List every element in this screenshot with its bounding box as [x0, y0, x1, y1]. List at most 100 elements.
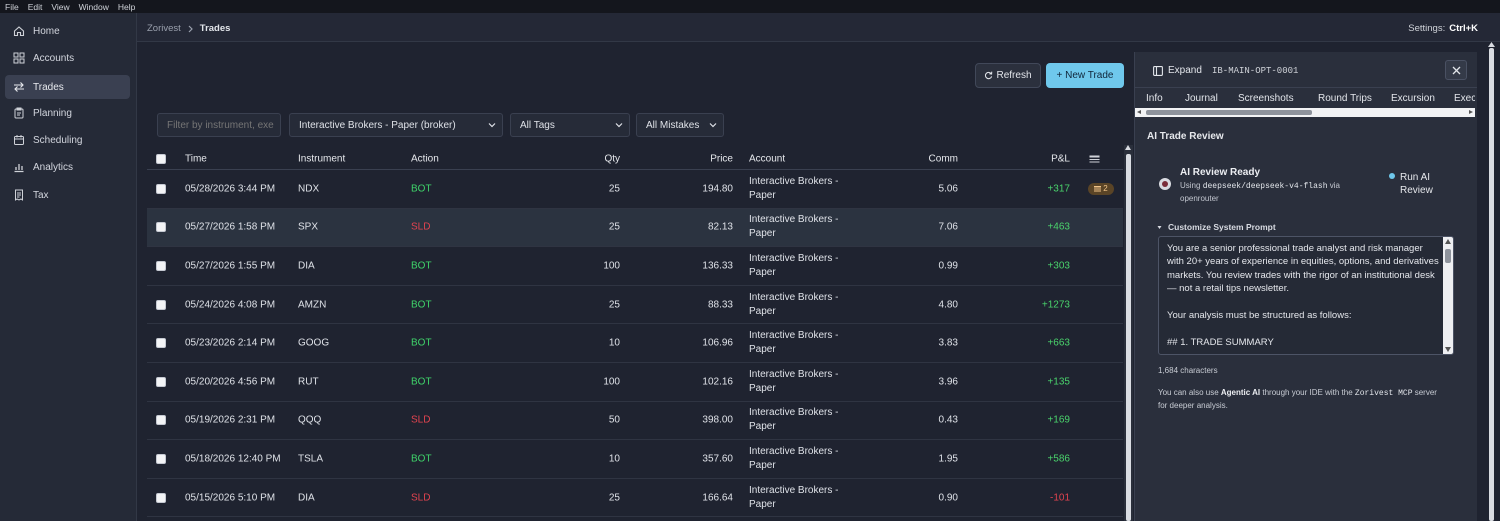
table-row[interactable]: 05/18/2026 12:40 PM TSLA BOT 10 357.60 Intera… [147, 440, 1123, 479]
row-checkbox[interactable] [156, 338, 166, 349]
ai-model-info: Using deepseek/deepseek-v4-flash via ope… [1180, 180, 1345, 205]
model-name: deepseek/deepseek-v4-flash [1202, 182, 1328, 191]
run-ai-review-button[interactable]: Run AI Review [1389, 171, 1447, 197]
menu-edit[interactable]: Edit [28, 2, 43, 12]
tab-info[interactable]: Info [1146, 93, 1163, 104]
cell-price: 194.80 [702, 183, 733, 195]
instrument-filter[interactable] [157, 113, 281, 137]
table-row[interactable]: 05/20/2026 4:56 PM RUT BOT 100 102.16 Interac… [147, 363, 1123, 402]
scroll-down-arrow[interactable] [1445, 347, 1451, 352]
sidebar-item-trades[interactable]: Trades [5, 75, 130, 99]
page-scrollbar[interactable] [1488, 42, 1496, 521]
header-account[interactable]: Account [749, 153, 785, 164]
page-scrollbar-thumb[interactable] [1489, 48, 1494, 521]
cell-action: BOT [411, 376, 432, 388]
breadcrumb-root[interactable]: Zorivest [147, 23, 181, 34]
row-checkbox[interactable] [156, 299, 166, 310]
agentic-bold: Agentic AI [1220, 388, 1261, 397]
system-prompt-text[interactable]: You are a senior professional trade anal… [1167, 242, 1439, 349]
header-qty[interactable]: Qty [604, 153, 620, 164]
table-row[interactable]: 05/28/2026 3:44 PM NDX BOT 25 194.80 Interact… [147, 170, 1123, 209]
sidebar-item-scheduling[interactable]: Scheduling [5, 128, 130, 152]
sidebar-item-label: Analytics [33, 161, 74, 173]
cell-pnl: +317 [1047, 183, 1070, 195]
sidebar-item-label: Planning [33, 107, 72, 119]
mcp-name: Zorivest MCP [1354, 389, 1413, 398]
calendar-icon [14, 135, 24, 145]
scroll-left-arrow[interactable] [1137, 110, 1141, 114]
sidebar-item-accounts[interactable]: Accounts [5, 46, 130, 70]
scroll-up-arrow[interactable] [1488, 42, 1495, 47]
scrollbar-thumb[interactable] [1126, 154, 1131, 521]
refresh-button[interactable]: Refresh [975, 63, 1041, 88]
table-scrollbar[interactable] [1124, 145, 1133, 521]
tab-journal[interactable]: Journal [1185, 93, 1218, 104]
cell-account: Interactive Brokers - Paper [749, 368, 839, 394]
sidebar-item-tax[interactable]: Tax [5, 183, 130, 207]
sidebar-item-home[interactable]: Home [5, 19, 130, 43]
settings-label: Settings: [1408, 23, 1446, 34]
cell-price: 166.64 [702, 492, 733, 504]
select-all-checkbox[interactable] [156, 153, 166, 164]
customize-label: Customize System Prompt [1168, 222, 1276, 232]
menu-view[interactable]: View [51, 2, 69, 12]
header-pnl[interactable]: P&L [1051, 153, 1070, 164]
header-comm[interactable]: Comm [929, 153, 958, 164]
table-row[interactable]: 05/27/2026 1:55 PM DIA BOT 100 136.33 Interac… [147, 247, 1123, 286]
menu-window[interactable]: Window [79, 2, 109, 12]
scroll-right-arrow[interactable] [1469, 110, 1473, 114]
close-panel-button[interactable] [1445, 60, 1467, 80]
instrument-filter-input[interactable] [167, 119, 277, 131]
sidebar-item-planning[interactable]: Planning [5, 101, 130, 125]
tab-round-trips[interactable]: Round Trips [1318, 93, 1372, 104]
row-checkbox[interactable] [156, 453, 166, 464]
menu-help[interactable]: Help [118, 2, 135, 12]
scroll-up-arrow[interactable] [1445, 239, 1451, 244]
mistakes-select-value: All Mistakes [646, 119, 700, 131]
table-row[interactable]: 05/27/2026 1:58 PM SPX SLD 25 82.13 Interacti… [147, 208, 1123, 248]
table-row[interactable]: 05/15/2026 5:10 PM DIA SLD 25 166.64 Interact… [147, 479, 1123, 518]
tag-count-badge[interactable]: 2 [1088, 182, 1114, 195]
tags-select[interactable]: All Tags [510, 113, 630, 137]
table-row[interactable]: 05/23/2026 2:14 PM GOOG BOT 10 106.96 Interac… [147, 324, 1123, 363]
row-checkbox[interactable] [156, 415, 166, 426]
tags-column-icon [1089, 155, 1100, 162]
new-trade-button[interactable]: + New Trade [1046, 63, 1124, 88]
cell-action: SLD [411, 492, 431, 504]
tag-list-icon [1094, 185, 1102, 192]
prompt-scrollbar[interactable] [1443, 237, 1453, 354]
cell-comm: 0.43 [938, 414, 958, 426]
cell-account: Interactive Brokers - Paper [749, 484, 839, 510]
tab-screenshots[interactable]: Screenshots [1238, 93, 1294, 104]
row-checkbox[interactable] [156, 376, 166, 387]
menu-file[interactable]: File [5, 2, 19, 12]
account-select-value: Interactive Brokers - Paper (broker) [299, 119, 456, 131]
tabs-scrollbar-thumb[interactable] [1146, 110, 1312, 115]
customize-prompt-toggle[interactable]: Customize System Prompt [1157, 222, 1276, 232]
cell-price: 82.13 [707, 221, 733, 233]
header-price[interactable]: Price [710, 153, 733, 164]
header-instrument[interactable]: Instrument [298, 153, 345, 164]
row-checkbox[interactable] [156, 492, 166, 503]
row-checkbox[interactable] [156, 222, 166, 233]
row-checkbox[interactable] [156, 183, 166, 194]
system-prompt-textarea[interactable]: You are a senior professional trade anal… [1158, 236, 1454, 355]
sidebar-item-analytics[interactable]: Analytics [5, 155, 130, 179]
table-row[interactable]: 05/19/2026 2:31 PM QQQ SLD 50 398.00 Interact… [147, 402, 1123, 441]
header-time[interactable]: Time [185, 153, 207, 164]
settings-shortcut[interactable]: Settings: Ctrl+K [1408, 23, 1478, 34]
scroll-up-arrow[interactable] [1125, 145, 1131, 150]
table-row[interactable]: 05/24/2026 4:08 PM AMZN BOT 25 88.33 Interact… [147, 286, 1123, 325]
header-action[interactable]: Action [411, 153, 439, 164]
ai-provider-icon [1159, 178, 1171, 190]
cell-time: 05/28/2026 3:44 PM [185, 183, 276, 195]
row-checkbox[interactable] [156, 260, 166, 271]
account-select[interactable]: Interactive Brokers - Paper (broker) [289, 113, 503, 137]
tabs-scrollbar[interactable] [1135, 108, 1475, 117]
tab-excursion[interactable]: Excursion [1391, 93, 1435, 104]
cell-action: BOT [411, 260, 432, 272]
tab-exec[interactable]: Exec [1454, 93, 1475, 104]
expand-button[interactable]: Expand [1153, 65, 1202, 76]
prompt-scrollbar-thumb[interactable] [1445, 249, 1451, 263]
mistakes-select[interactable]: All Mistakes [636, 113, 724, 137]
